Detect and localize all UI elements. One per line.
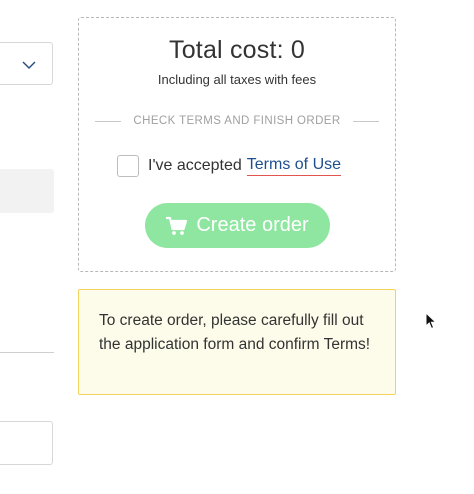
underline-field[interactable] (0, 352, 54, 353)
chevron-down-icon (22, 57, 36, 75)
text-input[interactable] (0, 421, 53, 465)
page: Total cost: 0 Including all taxes with f… (0, 0, 474, 494)
cart-icon (166, 216, 188, 236)
taxes-note: Including all taxes with fees (157, 72, 317, 87)
terms-label: I've accepted (148, 157, 242, 174)
divider-line-right (352, 120, 379, 122)
terms-of-use-link[interactable]: Terms of Use (246, 156, 342, 176)
section-label: CHECK TERMS AND FINISH ORDER (133, 115, 341, 127)
section-divider: CHECK TERMS AND FINISH ORDER (95, 114, 379, 128)
create-order-label: Create order (196, 214, 309, 236)
divider-line-left (95, 120, 122, 122)
warning-message: To create order, please carefully fill o… (99, 312, 371, 353)
mouse-pointer-icon (425, 311, 438, 335)
total-cost: Total cost: 0 (169, 36, 305, 64)
select-field[interactable] (0, 42, 53, 85)
disabled-field[interactable] (0, 169, 54, 213)
order-summary: Total cost: 0 Including all taxes with f… (78, 17, 396, 272)
terms-checkbox[interactable] (117, 155, 139, 177)
create-order-button[interactable]: Create order (145, 203, 330, 248)
terms-row: I've accepted Terms of Use (117, 154, 342, 178)
warning-alert: To create order, please carefully fill o… (78, 289, 396, 395)
